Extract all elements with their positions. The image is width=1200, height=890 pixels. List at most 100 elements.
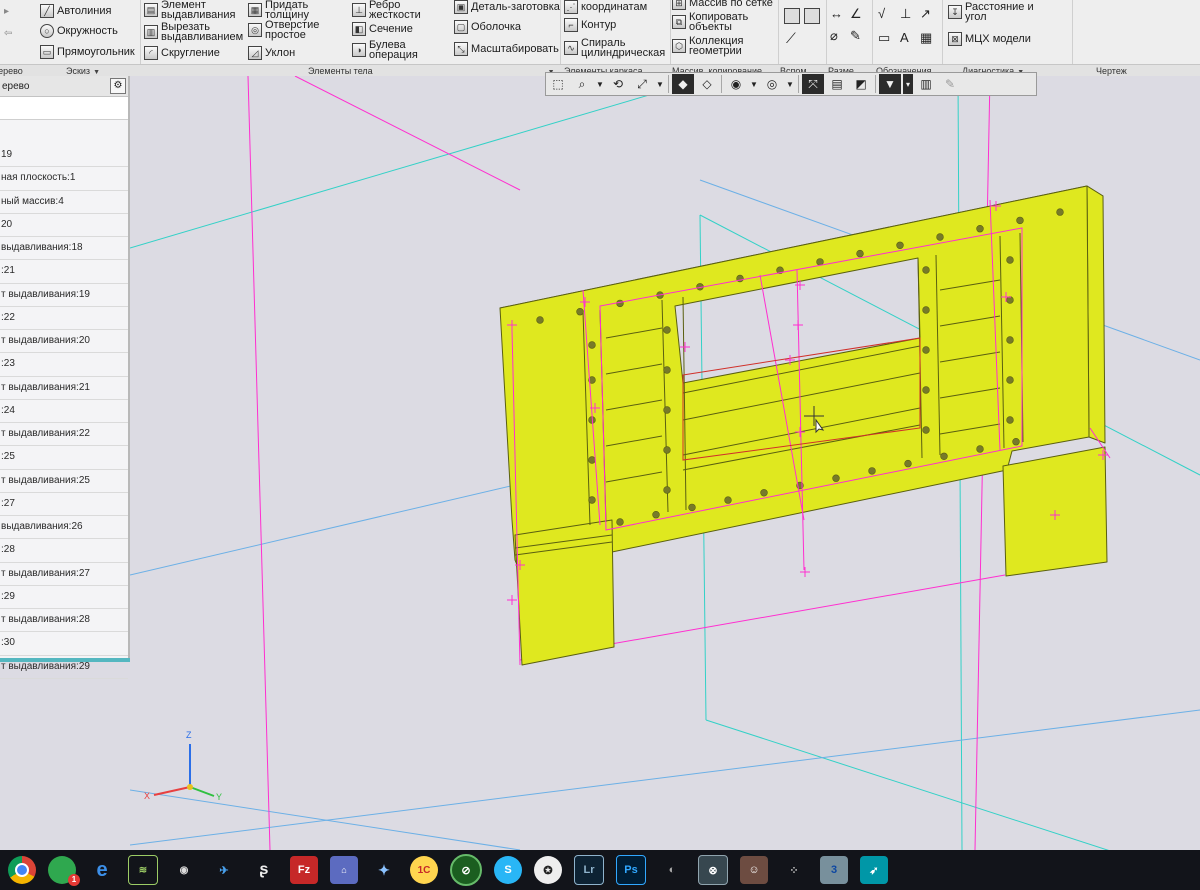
spiral-button[interactable]: ∿ Спираль цилиндрическая [564, 38, 671, 59]
cut-extrude-button[interactable]: ▥ Вырезать выдавливанием [144, 22, 243, 43]
filter-dropdown-icon[interactable]: ▾ [903, 74, 913, 94]
base-icon[interactable]: ⊥ [900, 6, 911, 22]
3d-viewport[interactable]: Z X Y [129, 75, 1200, 881]
tree-item[interactable]: т выдавливания:25 [0, 470, 128, 493]
tree-filter-field[interactable] [0, 97, 128, 120]
contour-button[interactable]: ⌐ Контур [564, 18, 616, 32]
scale-button[interactable]: ⤡ Масштабировать [454, 42, 561, 56]
star-icon[interactable]: ✪ [534, 856, 562, 884]
tree-item[interactable]: :27 [0, 493, 128, 516]
tree-item[interactable]: т выдавливания:19 [0, 284, 128, 307]
rectangle-button[interactable]: ▭ Прямоугольник [40, 45, 135, 59]
edge-icon[interactable]: e [88, 856, 116, 884]
three-icon[interactable]: 3 [820, 856, 848, 884]
tree-item[interactable]: ный массив:4 [0, 191, 128, 214]
s-app-icon[interactable]: ʂ [250, 856, 278, 884]
dim-mark-icon[interactable]: ✎ [850, 28, 861, 44]
tree-item[interactable]: т выдавливания:22 [0, 423, 128, 447]
tolerance-icon[interactable]: ▭ [878, 30, 890, 46]
leader-icon[interactable]: ↗ [920, 6, 931, 22]
tree-item[interactable]: ная плоскость:1 [0, 167, 128, 191]
tree-item[interactable]: 19 [0, 144, 128, 168]
fillet-button[interactable]: ◜ Скругление [144, 46, 220, 60]
dim-linear-icon[interactable]: ↔ [830, 6, 843, 21]
aux-line-icon[interactable]: ⟋ [786, 30, 796, 47]
mass-properties-button[interactable]: ⊠ МЦХ модели [948, 32, 1031, 46]
grid-layout-icon[interactable]: ▥ [915, 74, 937, 94]
roughness-icon[interactable]: √ [878, 6, 885, 21]
audio-icon[interactable]: ◐ [658, 856, 686, 884]
pen-icon[interactable]: ✎ [939, 74, 961, 94]
draft-button[interactable]: ◿ Уклон [248, 46, 295, 60]
scene-svg[interactable]: Z X Y [129, 75, 1200, 881]
hole-button[interactable]: ◎ Отверстие простое [248, 20, 327, 41]
tree-item[interactable]: :21 [0, 260, 128, 284]
store-icon[interactable]: ≋ [128, 855, 158, 885]
kompas3d-icon[interactable]: ⊗ [698, 855, 728, 885]
layout-icon[interactable]: ▤ [826, 74, 848, 94]
tree-item[interactable]: :24 [0, 400, 128, 423]
tree-item[interactable]: :22 [0, 307, 128, 330]
tree-item[interactable]: т выдавливания:28 [0, 609, 128, 633]
1c-icon[interactable]: 1С [410, 856, 438, 884]
section-button[interactable]: ◧ Сечение [352, 22, 413, 36]
copy-objects-button[interactable]: ⧉ Копировать объекты [672, 12, 759, 33]
shaded-icon[interactable]: ◆ [672, 74, 694, 94]
photoshop-icon[interactable]: Ps [616, 855, 646, 885]
rib-button[interactable]: ⊥ Ребро жесткости [352, 0, 429, 21]
dim-radius-icon[interactable]: ⌀ [830, 28, 838, 44]
orient-dropdown-icon[interactable]: ▼ [655, 74, 665, 94]
browser-icon[interactable]: ⊘ [450, 854, 482, 886]
by-coordinates-button[interactable]: ⋰ координатам [564, 0, 647, 14]
shell-button[interactable]: ▢ Оболочка [454, 20, 521, 34]
sketchup-icon[interactable]: ⌂ [330, 856, 358, 884]
tree-item[interactable]: выдавливания:26 [0, 516, 128, 540]
aux-plane-icon[interactable] [784, 8, 800, 24]
bat-icon[interactable]: ✦ [370, 856, 398, 884]
select-icon[interactable]: ⬚ [547, 74, 569, 94]
chat-icon[interactable]: 1 [48, 856, 80, 886]
tree-item[interactable]: т выдавливания:27 [0, 563, 128, 586]
tree-item[interactable]: :23 [0, 353, 128, 377]
circle-button[interactable]: ○ Окружность [40, 24, 118, 38]
wireframe-icon[interactable]: ◇ [696, 74, 718, 94]
filezilla-icon[interactable]: Fz [290, 856, 318, 884]
skype-icon[interactable]: S [494, 856, 522, 884]
gear-icon[interactable]: ⚙ [110, 78, 126, 94]
detail-icon[interactable]: ◩ [850, 74, 872, 94]
visibility-icon[interactable]: ◉ [725, 74, 747, 94]
hidden-dropdown-icon[interactable]: ▼ [785, 74, 795, 94]
distance-angle-button[interactable]: ↧ Расстояние и угол [948, 2, 1045, 23]
zoom-dropdown-icon[interactable]: ▼ [595, 74, 605, 94]
chrome-icon[interactable] [8, 856, 36, 884]
autoline-button[interactable]: ╱ Автолиния [40, 4, 111, 18]
kompas-icon[interactable]: ✈ [210, 856, 238, 884]
lightroom-icon[interactable]: Lr [574, 855, 604, 885]
tree-item[interactable]: 20 [0, 214, 128, 237]
geometry-collection-button[interactable]: ⬡ Коллекция геометрии [672, 36, 759, 57]
orient-icon[interactable]: ⤢ [631, 74, 653, 94]
rotate-icon[interactable]: ⟲ [607, 74, 629, 94]
visibility-dropdown-icon[interactable]: ▼ [749, 74, 759, 94]
thicken-button[interactable]: ▦ Придать толщину [248, 0, 325, 21]
text-note-icon[interactable]: A [900, 30, 909, 45]
person-icon[interactable]: ☺ [740, 856, 768, 884]
tree-item[interactable]: :29 [0, 586, 128, 609]
filter-icon[interactable]: ▼ [879, 74, 901, 94]
tree-item[interactable]: т выдавливания:21 [0, 377, 128, 400]
obs-icon[interactable]: ◉ [170, 856, 198, 884]
zoom-icon[interactable]: ⌕ [571, 74, 593, 94]
blank-part-button[interactable]: ▣ Деталь-заготовка [454, 0, 561, 14]
tree-item[interactable]: т выдавливания:20 [0, 330, 128, 354]
grid-array-button[interactable]: ⊞ Массив по сетке [672, 0, 773, 10]
aux-axis-icon[interactable] [804, 8, 820, 24]
extrude-button[interactable]: ▤ Элемент выдавливания [144, 0, 235, 21]
hidden-icon[interactable]: ◎ [761, 74, 783, 94]
bird-icon[interactable]: ➶ [860, 856, 888, 884]
tree-item[interactable]: :28 [0, 539, 128, 563]
dim-angle-icon[interactable]: ∠ [850, 6, 862, 22]
dots-icon[interactable]: ⁘ [780, 856, 808, 884]
tree-item[interactable]: :25 [0, 446, 128, 470]
boolean-button[interactable]: ◑ Булева операция [352, 40, 429, 61]
section-view-icon[interactable]: ⤧ [802, 74, 824, 94]
